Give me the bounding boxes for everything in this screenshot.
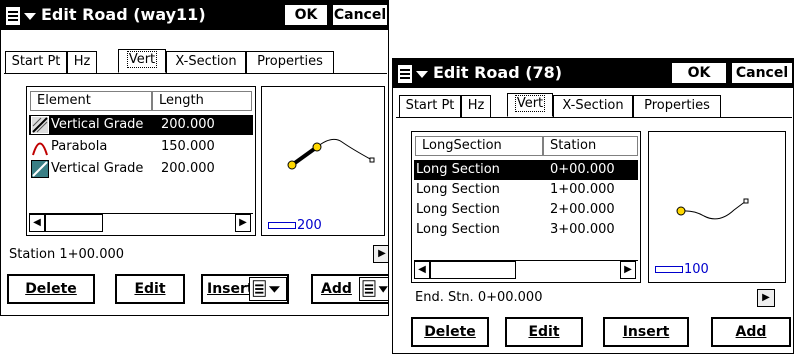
edit-button[interactable]: Edit — [115, 274, 185, 304]
profile-drawing — [287, 138, 375, 170]
long-section-station: 2+00.000 — [550, 202, 615, 217]
tab-strip: Start Pt Hz Vert X-Section Properties — [4, 49, 388, 73]
vertical-grade-icon — [31, 160, 49, 178]
tab-hz[interactable]: Hz — [67, 51, 97, 73]
menu-icon — [362, 280, 388, 297]
tab-hz[interactable]: Hz — [461, 95, 491, 117]
long-section-station: 0+00.000 — [550, 162, 615, 177]
delete-button[interactable]: Delete — [7, 274, 95, 304]
scroll-left-icon[interactable]: ◀ — [414, 261, 430, 279]
element-length: 200.000 — [161, 161, 215, 176]
edit-road-window-2: Edit Road (78) OK Cancel Start Pt Hz Ver… — [392, 58, 794, 354]
status-text: End. Stn. 0+00.000 — [415, 290, 543, 305]
horizontal-scrollbar[interactable]: ◀ ▶ — [414, 260, 638, 280]
list-item[interactable]: Long Section 2+00.000 — [414, 200, 638, 220]
tab-start-pt[interactable]: Start Pt — [399, 95, 461, 117]
profile-preview: 200 — [261, 86, 385, 236]
list-item[interactable]: Vertical Grade 200.000 — [29, 115, 253, 135]
column-header-longsection[interactable]: LongSection — [415, 136, 543, 156]
list-item[interactable]: Parabola 150.000 — [29, 137, 253, 157]
tab-properties[interactable]: Properties — [246, 51, 334, 73]
parabola-icon — [32, 142, 48, 156]
tab-properties[interactable]: Properties — [633, 95, 721, 117]
window-title: Edit Road (78) — [433, 63, 563, 82]
scale-bar — [268, 222, 296, 229]
status-text: Station 1+00.000 — [9, 247, 125, 262]
tab-start-pt[interactable]: Start Pt — [5, 51, 67, 73]
long-section-name: Long Section — [416, 162, 500, 177]
insert-menu-dropdown[interactable] — [249, 277, 287, 301]
long-section-name: Long Section — [416, 182, 500, 197]
ok-button[interactable]: OK — [284, 4, 328, 26]
tab-panel-border — [396, 117, 792, 118]
edit-road-window-1: Edit Road (way11) OK Cancel Start Pt Hz … — [0, 0, 389, 316]
cancel-button[interactable]: Cancel — [731, 62, 793, 84]
scroll-thumb[interactable] — [45, 214, 103, 232]
title-bar: Edit Road (way11) OK Cancel — [1, 1, 388, 30]
column-header-element[interactable]: Element — [30, 91, 152, 111]
edit-button[interactable]: Edit — [505, 317, 583, 347]
tab-x-section[interactable]: X-Section — [166, 51, 246, 73]
title-bar: Edit Road (78) OK Cancel — [393, 59, 793, 88]
scale-indicator: 200 — [268, 218, 322, 233]
menu-icon — [252, 280, 280, 297]
column-header-length[interactable]: Length — [152, 91, 252, 111]
element-length: 150.000 — [161, 139, 215, 154]
tab-panel-border — [4, 73, 387, 74]
long-section-name: Long Section — [416, 202, 500, 217]
scale-indicator: 100 — [655, 262, 709, 277]
ok-button[interactable]: OK — [671, 62, 727, 84]
element-name: Vertical Grade — [51, 117, 144, 132]
scroll-right-icon[interactable]: ▶ — [235, 214, 251, 232]
horizontal-scrollbar[interactable]: ◀ ▶ — [29, 213, 253, 233]
next-arrow-icon[interactable]: ▶ — [373, 245, 388, 263]
scroll-right-icon[interactable]: ▶ — [620, 261, 636, 279]
list-item[interactable]: Vertical Grade 200.000 — [29, 159, 253, 179]
element-list[interactable]: Element Length Vertical Grade 200.000 Pa… — [26, 86, 256, 236]
add-button[interactable]: Add — [711, 317, 791, 347]
profile-drawing — [676, 198, 749, 220]
scale-bar — [655, 266, 683, 273]
insert-button[interactable]: Insert — [603, 317, 689, 347]
list-item[interactable]: Long Section 1+00.000 — [414, 180, 638, 200]
cancel-button[interactable]: Cancel — [332, 4, 388, 26]
tab-x-section[interactable]: X-Section — [553, 95, 633, 117]
list-item[interactable]: Long Section 3+00.000 — [414, 220, 638, 240]
scroll-left-icon[interactable]: ◀ — [29, 214, 45, 232]
add-menu-dropdown[interactable] — [359, 277, 388, 301]
long-section-station: 1+00.000 — [550, 182, 615, 197]
list-item[interactable]: Long Section 0+00.000 — [414, 160, 638, 180]
long-section-station: 3+00.000 — [550, 222, 615, 237]
column-header-station[interactable]: Station — [543, 136, 638, 156]
scroll-thumb[interactable] — [430, 261, 516, 279]
vertical-grade-icon — [31, 116, 49, 134]
menu-icon[interactable] — [5, 6, 39, 26]
element-name: Parabola — [51, 139, 108, 154]
next-arrow-icon[interactable]: ▶ — [757, 289, 775, 307]
profile-preview: 100 — [648, 131, 786, 283]
window-title: Edit Road (way11) — [41, 5, 206, 24]
menu-icon[interactable] — [397, 64, 431, 84]
long-section-list[interactable]: LongSection Station Long Section 0+00.00… — [411, 131, 641, 283]
long-section-name: Long Section — [416, 222, 500, 237]
element-name: Vertical Grade — [51, 161, 144, 176]
element-length: 200.000 — [161, 117, 215, 132]
tab-vert[interactable]: Vert — [507, 93, 553, 117]
tab-strip: Start Pt Hz Vert X-Section Properties — [396, 93, 793, 117]
tab-vert[interactable]: Vert — [118, 49, 166, 73]
delete-button[interactable]: Delete — [411, 317, 489, 347]
